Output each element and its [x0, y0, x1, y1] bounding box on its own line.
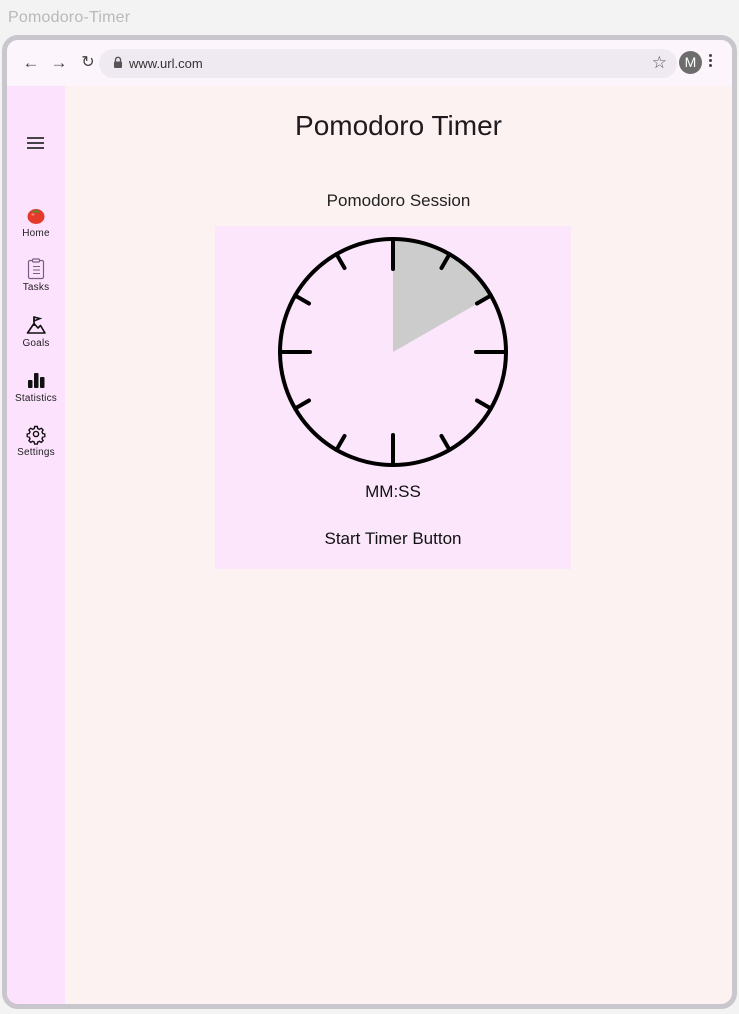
- sidebar-item-goals[interactable]: Goals: [7, 314, 65, 349]
- sidebar-item-label: Home: [22, 228, 50, 239]
- forward-arrow-icon[interactable]: →: [49, 53, 69, 73]
- time-display: MM:SS: [365, 482, 421, 501]
- session-label: Pomodoro Session: [326, 191, 471, 210]
- bar-chart-icon: [28, 373, 45, 388]
- start-timer-button[interactable]: Start Timer Button: [293, 524, 493, 554]
- clipboard-icon: [27, 258, 45, 280]
- reload-icon[interactable]: ↻: [78, 53, 98, 73]
- sidebar-item-settings[interactable]: Settings: [7, 423, 65, 458]
- window-title: Pomodoro-Timer: [8, 9, 131, 26]
- back-arrow-icon[interactable]: ←: [21, 53, 41, 73]
- sidebar-item-label: Settings: [17, 447, 55, 458]
- elapsed-wedge: [393, 239, 491, 352]
- hamburger-icon[interactable]: [27, 137, 44, 149]
- browser-toolbar: ← → ↻ www.url.com ☆ M: [7, 40, 732, 86]
- gear-icon: [26, 425, 46, 445]
- lock-icon: [114, 56, 122, 68]
- address-bar[interactable]: www.url.com ☆: [99, 49, 677, 78]
- sidebar-item-home[interactable]: Home: [7, 204, 65, 239]
- clock-tick: [334, 252, 347, 270]
- clock-tick: [439, 434, 452, 452]
- browser-window: ← → ↻ www.url.com ☆ M Home Tasks Goals S…: [2, 35, 737, 1009]
- tomato-icon: [27, 208, 45, 224]
- timer-card: MM:SS Start Timer Button: [215, 226, 571, 569]
- kebab-menu-icon[interactable]: [707, 53, 713, 71]
- avatar[interactable]: M: [679, 51, 702, 74]
- clock-tick: [293, 293, 311, 306]
- sidebar-item-label: Goals: [22, 338, 50, 349]
- sidebar-item-tasks[interactable]: Tasks: [7, 258, 65, 293]
- clock-tick: [293, 398, 311, 411]
- sidebar-item-label: Tasks: [22, 282, 50, 293]
- sidebar-item-statistics[interactable]: Statistics: [7, 369, 65, 404]
- url-text[interactable]: www.url.com: [129, 56, 203, 71]
- mountain-flag-icon: [26, 316, 46, 334]
- clock-tick: [334, 434, 347, 452]
- clock-face: [278, 237, 508, 467]
- page-title: Pomodoro Timer: [295, 110, 502, 141]
- star-icon[interactable]: ☆: [652, 53, 667, 73]
- sidebar: Home Tasks Goals Statistics Settings: [7, 86, 65, 1004]
- main-content: Pomodoro Timer Pomodoro Session MM:SS St…: [65, 86, 732, 1004]
- sidebar-item-label: Statistics: [14, 393, 57, 404]
- clock-tick: [475, 398, 493, 411]
